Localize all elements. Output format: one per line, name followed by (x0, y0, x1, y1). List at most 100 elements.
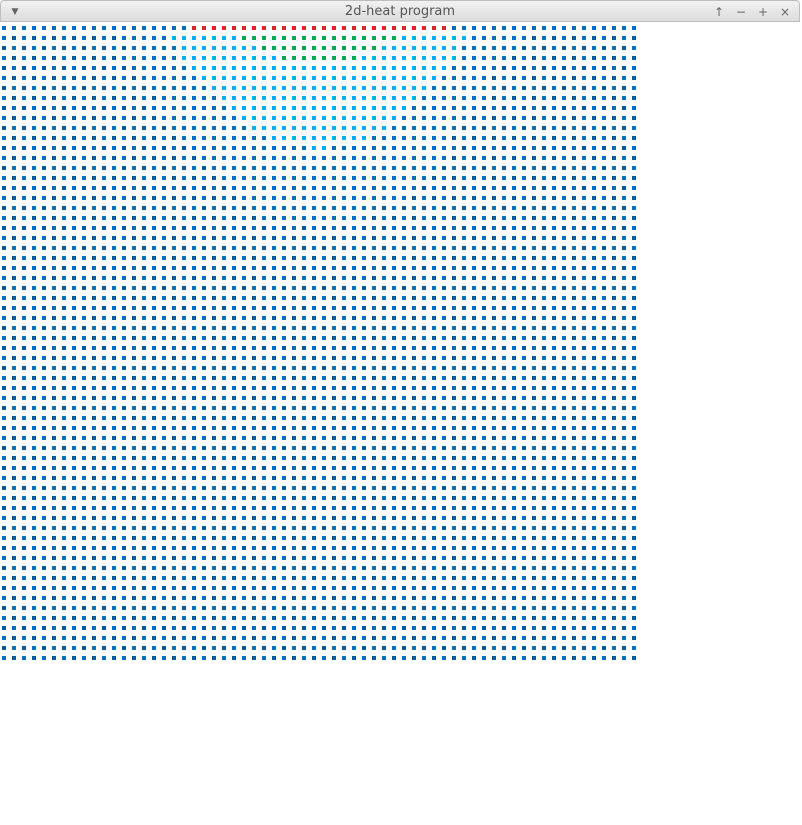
heat-cell (502, 276, 506, 280)
heat-cell (442, 56, 446, 60)
heat-cell (2, 96, 6, 100)
heat-cell (622, 236, 626, 240)
heat-cell (492, 166, 496, 170)
heat-cell (612, 526, 616, 530)
heat-cell (412, 506, 416, 510)
heat-cell (102, 306, 106, 310)
heat-cell (152, 536, 156, 540)
close-button[interactable]: × (777, 4, 793, 20)
heat-cell (232, 286, 236, 290)
heat-cell (92, 96, 96, 100)
heat-cell (142, 656, 146, 660)
heat-cell (472, 356, 476, 360)
heat-cell (572, 496, 576, 500)
heat-cell (422, 476, 426, 480)
heat-cell (402, 396, 406, 400)
heat-cell (2, 186, 6, 190)
heat-cell (12, 226, 16, 230)
heat-cell (342, 336, 346, 340)
heat-cell (412, 416, 416, 420)
heat-cell (202, 126, 206, 130)
heat-cell (292, 606, 296, 610)
heat-cell (552, 86, 556, 90)
heat-cell (292, 456, 296, 460)
maximize-button[interactable]: + (755, 4, 771, 20)
heat-cell (582, 496, 586, 500)
heat-cell (72, 156, 76, 160)
heat-cell (12, 646, 16, 650)
heat-cell (362, 446, 366, 450)
heat-cell (242, 626, 246, 630)
heat-cell (242, 236, 246, 240)
heat-cell (622, 576, 626, 580)
heat-cell (522, 156, 526, 160)
heat-cell (42, 616, 46, 620)
heat-cell (212, 366, 216, 370)
minimize-button[interactable]: − (733, 4, 749, 20)
heat-cell (452, 196, 456, 200)
heat-canvas[interactable] (0, 22, 802, 825)
heat-cell (622, 486, 626, 490)
heat-cell (162, 426, 166, 430)
heat-cell (452, 376, 456, 380)
heat-cell (252, 116, 256, 120)
heat-cell (392, 436, 396, 440)
heat-cell (602, 466, 606, 470)
heat-cell (602, 236, 606, 240)
heat-cell (242, 576, 246, 580)
heat-cell (592, 396, 596, 400)
heat-cell (272, 76, 276, 80)
heat-cell (332, 356, 336, 360)
heat-cell (552, 396, 556, 400)
heat-cell (482, 456, 486, 460)
heat-cell (42, 536, 46, 540)
heat-cell (362, 636, 366, 640)
heat-cell (542, 616, 546, 620)
heat-cell (512, 56, 516, 60)
shade-button[interactable]: ↑ (711, 4, 727, 20)
heat-cell (562, 436, 566, 440)
heat-cell (502, 186, 506, 190)
heat-cell (452, 46, 456, 50)
heat-cell (622, 176, 626, 180)
heat-cell (32, 36, 36, 40)
heat-cell (532, 436, 536, 440)
heat-cell (322, 346, 326, 350)
heat-cell (542, 346, 546, 350)
heat-cell (602, 496, 606, 500)
heat-cell (32, 556, 36, 560)
heat-cell (362, 176, 366, 180)
heat-cell (412, 376, 416, 380)
heat-cell (352, 206, 356, 210)
heat-cell (512, 66, 516, 70)
heat-cell (462, 576, 466, 580)
heat-cell (22, 636, 26, 640)
heat-cell (272, 296, 276, 300)
heat-cell (362, 526, 366, 530)
heat-cell (382, 466, 386, 470)
heat-cell (252, 146, 256, 150)
heat-cell (482, 346, 486, 350)
heat-cell (462, 156, 466, 160)
heat-cell (362, 136, 366, 140)
heat-cell (292, 26, 296, 30)
heat-cell (272, 326, 276, 330)
heat-cell (62, 426, 66, 430)
heat-cell (392, 76, 396, 80)
heat-cell (192, 336, 196, 340)
heat-cell (472, 426, 476, 430)
heat-cell (572, 486, 576, 490)
heat-cell (452, 306, 456, 310)
heat-cell (582, 506, 586, 510)
heat-cell (72, 26, 76, 30)
heat-cell (122, 156, 126, 160)
heat-cell (72, 406, 76, 410)
heat-cell (502, 536, 506, 540)
heat-cell (602, 296, 606, 300)
heat-cell (442, 346, 446, 350)
title-bar[interactable]: ▼ 2d-heat program ↑ − + × (0, 0, 800, 22)
heat-cell (242, 566, 246, 570)
heat-cell (112, 376, 116, 380)
heat-cell (132, 266, 136, 270)
heat-cell (32, 66, 36, 70)
